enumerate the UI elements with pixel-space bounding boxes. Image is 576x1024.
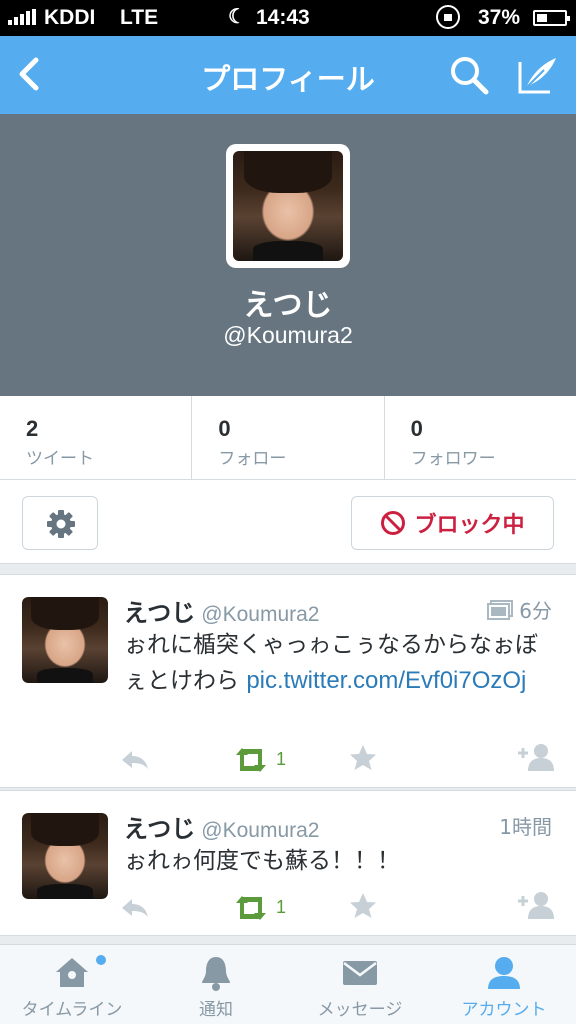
tab-label: タイムライン [21, 1000, 123, 1020]
tweet-header: えつじ @Koumura2 6分 [124, 593, 552, 627]
stat-count: 2 [26, 416, 39, 441]
bell-icon [202, 957, 230, 991]
favorite-star-icon[interactable] [348, 743, 378, 773]
battery-icon [533, 10, 570, 26]
stat-label: ツイート [26, 449, 94, 469]
retweet-count: 1 [276, 897, 287, 917]
rotation-lock-icon [436, 5, 460, 29]
avatar-photo [233, 151, 343, 261]
profile-actions: ブロック中 [0, 480, 576, 564]
search-button[interactable] [446, 52, 492, 98]
tweet-text: ぉれゎ何度でも蘇る！！！ [124, 843, 556, 879]
profile-stats: 2 ツイート 0 フォロー 0 フォロワー [0, 396, 576, 480]
unread-dot [96, 955, 106, 965]
clock: 14:43 [256, 6, 310, 29]
stat-following[interactable]: 0 フォロー [191, 396, 383, 479]
tweet-actions: 1 [118, 743, 560, 779]
tweet-timestamp: 1時間 [499, 811, 552, 840]
tweet-time: 1時間 [499, 815, 552, 839]
settings-button[interactable] [22, 496, 98, 550]
tweet-text: ぉれに楯突くゃっゎこぅなるからなぉぼぇとけわら pic.twitter.com/… [124, 627, 556, 699]
tweet[interactable]: えつじ @Koumura2 1時間 ぉれゎ何度でも蘇る！！！ 1 [0, 790, 576, 936]
tweet-avatar[interactable] [22, 597, 108, 683]
user-icon [488, 957, 520, 989]
tweet[interactable]: えつじ @Koumura2 6分 ぉれに楯突くゃっゎこぅなるからなぉぼぇとけわら … [0, 574, 576, 788]
blocked-label: ブロック中 [414, 513, 525, 538]
profile-screen-name: @Koumura2 [223, 322, 353, 348]
tweet-header: えつじ @Koumura2 1時間 [124, 809, 552, 843]
tweet-avatar[interactable] [22, 813, 108, 899]
tweet-time: 6分 [519, 599, 552, 623]
reply-icon[interactable] [118, 891, 152, 925]
stat-followers[interactable]: 0 フォロワー [383, 396, 576, 479]
search-icon [451, 57, 489, 95]
stat-count: 0 [410, 416, 423, 441]
battery-percent: 37% [478, 6, 521, 29]
tweet-author-name: えつじ [124, 815, 196, 843]
profile-display-name: えつじ [243, 288, 333, 323]
stat-label: フォロワー [410, 449, 496, 469]
navigation-bar: プロフィール [0, 36, 576, 114]
tweet-body: ぉれゎ何度でも蘇る！！！ [124, 848, 400, 874]
block-icon [381, 511, 406, 535]
avatar-photo [22, 597, 108, 683]
network-type: LTE [120, 6, 159, 29]
envelope-icon [343, 961, 377, 985]
reply-icon[interactable] [118, 743, 152, 777]
tab-label: メッセージ [317, 1000, 403, 1020]
retweet-count: 1 [276, 749, 287, 769]
avatar-photo [22, 813, 108, 899]
tab-timeline[interactable]: タイムライン [0, 945, 144, 1024]
tab-label: 通知 [199, 1000, 233, 1020]
home-icon [56, 958, 88, 987]
retweet-icon[interactable] [232, 891, 270, 925]
retweet-icon[interactable] [232, 743, 270, 777]
media-icon [487, 599, 514, 620]
tweet-link[interactable]: pic.twitter.com/Evf0i7OzOj [246, 667, 526, 694]
tab-notifications[interactable]: 通知 [144, 945, 288, 1024]
tweet-author-handle: @Koumura2 [201, 819, 320, 842]
tab-label: アカウント [461, 1000, 547, 1020]
stat-tweets[interactable]: 2 ツイート [0, 396, 191, 479]
status-bar: KDDI LTE ☾ 14:43 37% [0, 0, 576, 36]
profile-avatar[interactable] [226, 144, 350, 268]
tweet-actions: 1 [118, 891, 560, 927]
follow-user-icon[interactable] [516, 891, 556, 921]
follow-user-icon[interactable] [516, 743, 556, 773]
tab-bar: タイムライン 通知 メッセージ アカウント [0, 944, 576, 1024]
blocked-button[interactable]: ブロック中 [351, 496, 554, 550]
favorite-star-icon[interactable] [348, 891, 378, 921]
tweet-author-handle: @Koumura2 [201, 603, 320, 626]
tab-messages[interactable]: メッセージ [288, 945, 432, 1024]
profile-header: えつじ @Koumura2 [0, 114, 576, 396]
compose-tweet-button[interactable] [514, 52, 560, 98]
tweet-author-name: えつじ [124, 599, 196, 627]
gear-icon [47, 510, 75, 538]
compose-icon [518, 58, 556, 94]
tab-account[interactable]: アカウント [432, 945, 576, 1024]
stat-label: フォロー [218, 449, 287, 469]
do-not-disturb-icon: ☾ [228, 6, 246, 28]
carrier-name: KDDI [44, 6, 96, 29]
tweet-timestamp: 6分 [487, 595, 552, 624]
signal-strength-icon [8, 9, 36, 25]
stat-count: 0 [218, 416, 231, 441]
